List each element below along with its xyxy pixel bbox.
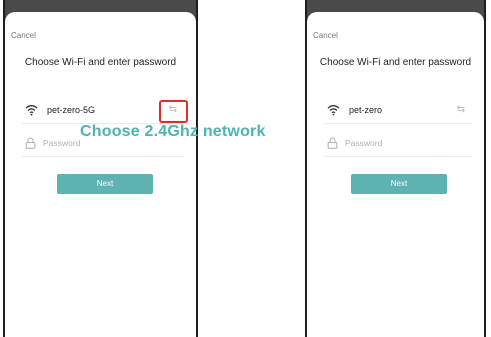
page-title: Choose Wi-Fi and enter password [319,57,472,68]
wifi-setup-sheet: Cancel Choose Wi-Fi and enter password p… [307,12,484,337]
password-row [323,132,472,157]
next-button[interactable]: Next [57,174,153,194]
password-input[interactable] [345,135,465,151]
cancel-link[interactable]: Cancel [313,31,338,40]
phone-screen-left: Cancel Choose Wi-Fi and enter password p… [3,0,198,337]
cancel-link[interactable]: Cancel [11,31,36,40]
instruction-annotation: Choose 2.4Ghz network [80,123,266,140]
next-button[interactable]: Next [351,174,447,194]
lock-icon [327,137,338,149]
switch-network-icon[interactable]: ⇆ [452,103,470,117]
phone-screen-right: Cancel Choose Wi-Fi and enter password p… [305,0,486,337]
wifi-network-row[interactable]: pet-zero ⇆ [323,99,472,124]
wifi-ssid: pet-zero [349,105,383,115]
page-title: Choose Wi-Fi and enter password [24,57,177,68]
wifi-icon [327,105,340,116]
lock-icon [25,137,36,149]
wifi-setup-sheet: Cancel Choose Wi-Fi and enter password p… [5,12,196,337]
wifi-icon [25,105,38,116]
wifi-ssid: pet-zero-5G [47,105,96,115]
switch-network-highlight [159,100,188,123]
